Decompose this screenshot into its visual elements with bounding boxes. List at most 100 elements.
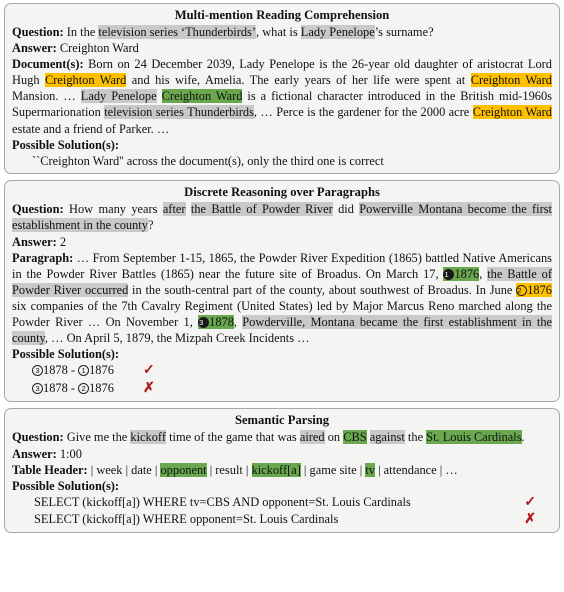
answer-label: Answer: bbox=[12, 446, 57, 461]
solution-expression: 3 1878 - 1 1876 bbox=[32, 362, 114, 379]
highlight-gray: Lady Penelope bbox=[300, 25, 375, 39]
highlight-green: 1 1876 bbox=[443, 266, 480, 281]
plain-text: , … Perce is the gardener for the 2000 a… bbox=[253, 105, 473, 120]
solutions-label-line: Possible Solution(s): bbox=[12, 346, 552, 362]
highlight-green: St. Louis Cardinals bbox=[426, 430, 522, 445]
highlight-green: CBS bbox=[343, 430, 367, 445]
incorrect-cross-icon: ✗ bbox=[524, 511, 536, 527]
answer-line: Answer: Creighton Ward bbox=[12, 40, 552, 56]
solutions-label: Possible Solution(s): bbox=[12, 347, 120, 362]
table-column: … bbox=[445, 462, 458, 477]
document-text: Born on 24 December 2039, Lady Penelope … bbox=[12, 57, 553, 136]
plain-text: How many years bbox=[69, 202, 163, 217]
circled-number: 2 bbox=[78, 382, 90, 394]
panel-title: Multi-mention Reading Comprehension bbox=[174, 8, 390, 22]
circled-number: 3 bbox=[32, 382, 43, 394]
table-column-highlighted: opponent bbox=[160, 462, 207, 477]
solution-end: 1876 bbox=[89, 380, 114, 395]
plain-text: Give me the bbox=[66, 430, 131, 445]
solution-text: SELECT (kickoff[a]) WHERE tv=CBS AND opp… bbox=[34, 494, 411, 509]
table-column: attendance bbox=[383, 462, 437, 477]
solution-row: SELECT (kickoff[a]) WHERE tv=CBS AND opp… bbox=[12, 494, 552, 511]
solution-row: 3 1878 - 2 1876 ✗ bbox=[12, 380, 552, 398]
panel-title: Semantic Parsing bbox=[234, 413, 330, 428]
solution-end: 1876 bbox=[89, 363, 114, 378]
plain-text: estate and a friend of Parker. … bbox=[12, 121, 170, 136]
plain-text: , what is bbox=[256, 25, 301, 39]
answer-text: 2 bbox=[59, 234, 67, 249]
table-column-highlighted: kickoff[a] bbox=[251, 462, 301, 477]
answer-text: Creighton Ward bbox=[59, 41, 139, 56]
plain-text: did bbox=[332, 202, 360, 217]
highlight-gray: Lady Penelope bbox=[80, 89, 157, 104]
panel-multi-mention-reading-comprehension: Multi-mention Reading Comprehension Ques… bbox=[4, 3, 560, 175]
document-line: Document(s): Born on 24 December 2039, L… bbox=[12, 56, 553, 136]
paragraph-text: … From September 1-15, 1865, the Powder … bbox=[12, 251, 553, 346]
question-label: Question: bbox=[12, 430, 64, 445]
plain-text: and his wife, Amelia. The early years of… bbox=[126, 73, 471, 88]
highlight-orange: 2 1876 bbox=[516, 282, 552, 297]
question-label: Question: bbox=[12, 25, 64, 39]
plain-text: on bbox=[324, 430, 344, 445]
task-examples-figure: Multi-mention Reading Comprehension Ques… bbox=[0, 0, 564, 592]
highlight-gray: against bbox=[369, 430, 405, 445]
paragraph-label: Paragraph: bbox=[12, 250, 74, 265]
circled-number: 3 bbox=[32, 365, 43, 377]
circled-number: 2 bbox=[516, 284, 528, 296]
answer-label: Answer: bbox=[12, 41, 57, 56]
table-header-label: Table Header: bbox=[12, 462, 88, 477]
circled-number: 1 bbox=[443, 268, 455, 280]
highlight-gray: aired bbox=[299, 430, 325, 445]
panel-discrete-reasoning-over-paragraphs: Discrete Reasoning over Paragraphs Quest… bbox=[4, 180, 560, 403]
table-column: week bbox=[96, 462, 123, 477]
solution-text: SELECT (kickoff[a]) WHERE opponent=St. L… bbox=[34, 511, 339, 526]
panel-title: Discrete Reasoning over Paragraphs bbox=[184, 185, 380, 200]
highlight-orange: Creighton Ward bbox=[44, 73, 127, 88]
plain-text bbox=[157, 89, 162, 103]
solution-mid: 1878 - bbox=[43, 363, 79, 378]
solutions-label: Possible Solution(s): bbox=[12, 137, 120, 152]
solution-row: SELECT (kickoff[a]) WHERE opponent=St. L… bbox=[12, 511, 552, 528]
plain-text: Mansion. … bbox=[12, 89, 81, 104]
highlight-gray: television series ‘Thunderbirds’ bbox=[98, 25, 256, 39]
question-text: How many years after the Battle of Powde… bbox=[12, 202, 552, 233]
circled-number: 3 bbox=[198, 317, 210, 328]
correct-check-icon: ✓ bbox=[143, 363, 155, 379]
plain-text: ’s surname? bbox=[374, 25, 434, 39]
highlight-green: 3 1878 bbox=[198, 315, 234, 329]
answer-text: 1:00 bbox=[59, 446, 82, 461]
table-column-highlighted: tv bbox=[365, 462, 375, 477]
answer-line: Answer: 1:00 bbox=[12, 446, 552, 462]
solution-row: ``Creighton Ward'' across the document(s… bbox=[12, 153, 552, 170]
solutions-label-line: Possible Solution(s): bbox=[12, 137, 552, 153]
panel-semantic-parsing: Semantic Parsing Question: Give me the k… bbox=[4, 408, 560, 533]
table-column: date bbox=[131, 462, 152, 477]
correct-check-icon: ✓ bbox=[524, 494, 536, 510]
plain-text: the bbox=[404, 430, 427, 445]
answer-line: Answer: 2 bbox=[12, 234, 552, 250]
question-text: In the television series ‘Thunderbirds’,… bbox=[67, 25, 434, 39]
plain-text: , … On April 5, 1879, the Mizpah Creek I… bbox=[44, 331, 310, 346]
plain-text: . bbox=[521, 430, 525, 445]
table-header-line: Table Header: | week | date | opponent |… bbox=[12, 462, 552, 478]
solution-expression: 3 1878 - 2 1876 bbox=[32, 380, 114, 397]
paragraph-line: Paragraph: … From September 1-15, 1865, … bbox=[12, 250, 553, 347]
table-header-columns: | week | date | opponent | result | kick… bbox=[90, 462, 458, 477]
document-label: Document(s): bbox=[12, 57, 84, 72]
question-text: Give me the kickoff time of the game tha… bbox=[66, 430, 525, 445]
solutions-label: Possible Solution(s): bbox=[12, 478, 120, 493]
highlight-gray: kickoff bbox=[130, 430, 166, 445]
highlight-gray: the Battle of Powder River bbox=[190, 202, 333, 217]
highlight-green: Creighton Ward bbox=[161, 89, 243, 104]
solution-text: ``Creighton Ward'' across the document(s… bbox=[32, 153, 384, 168]
question-line: Question: In the television series ‘Thun… bbox=[12, 24, 552, 40]
table-column: result bbox=[215, 462, 243, 477]
highlight-gray: television series Thunderbirds bbox=[104, 105, 254, 120]
solution-mid: 1878 - bbox=[43, 380, 79, 395]
highlight-gray: after bbox=[162, 202, 186, 217]
table-column: game site bbox=[309, 462, 357, 477]
circled-number: 1 bbox=[78, 365, 90, 377]
plain-text: time of the game that was bbox=[165, 430, 300, 445]
incorrect-cross-icon: ✗ bbox=[143, 380, 155, 396]
answer-label: Answer: bbox=[12, 234, 57, 249]
